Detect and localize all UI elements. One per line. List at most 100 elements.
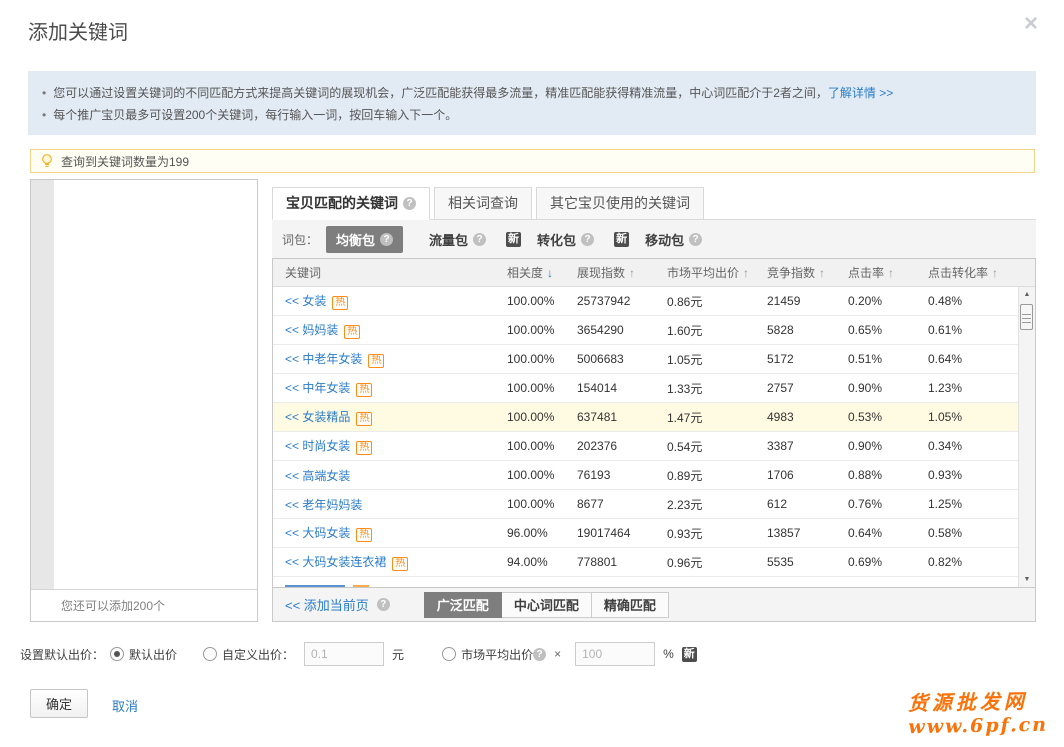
match-button-3[interactable]: 精确匹配 xyxy=(591,592,669,618)
tab-2[interactable]: 相关词查询 xyxy=(434,187,532,220)
keyword-cell: << 高端女装 xyxy=(273,467,507,484)
cancel-link[interactable]: 取消 xyxy=(112,696,138,715)
radio-default-bid[interactable] xyxy=(110,647,124,661)
help-icon[interactable]: ? xyxy=(473,233,486,246)
cell-relevance: 100.00% xyxy=(507,497,577,511)
hot-badge: 热 xyxy=(368,354,384,368)
sort-icon[interactable]: ↑ xyxy=(743,266,749,280)
sort-icon[interactable]: ↑ xyxy=(888,266,894,280)
scrollbar-thumb[interactable] xyxy=(1020,304,1033,330)
scroll-up-icon[interactable]: ▲ xyxy=(1019,287,1035,302)
query-tip-bar: 查询到关键词数量为199 xyxy=(30,149,1035,173)
radio-custom-label: 自定义出价： xyxy=(222,646,294,663)
cell-impressions: 154014 xyxy=(577,381,667,395)
help-icon[interactable]: ? xyxy=(377,598,390,611)
wordpack-button-1[interactable]: 均衡包? xyxy=(326,226,403,253)
keyword-link[interactable]: << 大码女装连衣裙 xyxy=(285,555,386,569)
keyword-link[interactable]: << 中年女装 xyxy=(285,381,350,395)
confirm-button[interactable]: 确定 xyxy=(30,689,88,718)
match-button-1[interactable]: 广泛匹配 xyxy=(424,592,502,618)
tab-1[interactable]: 宝贝匹配的关键词? xyxy=(272,187,430,220)
wordpack-button-2[interactable]: 流量包? xyxy=(419,226,496,253)
cell-avg_price: 1.05元 xyxy=(667,351,767,368)
keyword-link[interactable]: << 女装精品 xyxy=(285,410,350,424)
wordpack-button-3[interactable]: 转化包? xyxy=(527,226,604,253)
sort-icon[interactable]: ↑ xyxy=(629,266,635,280)
column-label: 展现指数 xyxy=(577,264,625,281)
cell-avg_price: 0.89元 xyxy=(667,467,767,484)
keyword-table: 关键词相关度↓展现指数↑市场平均出价↑竞争指数↑点击率↑点击转化率↑ << 女装… xyxy=(272,258,1036,622)
sort-icon[interactable]: ↑ xyxy=(992,266,998,280)
cell-avg_price: 0.86元 xyxy=(667,293,767,310)
learn-more-link[interactable]: 了解详情 >> xyxy=(828,86,893,100)
cell-cvr: 0.82% xyxy=(928,555,1018,569)
radio-market-bid[interactable] xyxy=(442,647,456,661)
table-body: << 女装热100.00%257379420.86元214590.20%0.48… xyxy=(273,287,1035,587)
column-header: 竞争指数↑ xyxy=(767,264,848,281)
cell-ctr: 0.64% xyxy=(848,526,928,540)
cell-cvr: 0.93% xyxy=(928,468,1018,482)
bid-settings-label: 设置默认出价： xyxy=(20,646,104,663)
tab-3[interactable]: 其它宝贝使用的关键词 xyxy=(536,187,704,220)
cell-relevance: 96.00% xyxy=(507,526,577,540)
column-header: 展现指数 ↑ xyxy=(577,264,667,281)
wordpack-button-4[interactable]: 移动包? xyxy=(635,226,712,253)
keyword-suggestion-panel: 宝贝匹配的关键词?相关词查询其它宝贝使用的关键词 词包： 均衡包?流量包?新转化… xyxy=(272,187,1036,622)
help-icon[interactable]: ? xyxy=(380,233,393,246)
help-icon[interactable]: ? xyxy=(533,648,546,661)
watermark-url: www.6pf.cn xyxy=(908,714,1048,738)
keyword-cell: << 中年女装热 xyxy=(273,379,507,397)
help-icon[interactable]: ? xyxy=(689,233,702,246)
keyword-link[interactable]: << 女装 xyxy=(285,294,326,308)
keyword-cell: << 女装热 xyxy=(273,292,507,310)
add-current-page-link[interactable]: << 添加当前页 xyxy=(285,595,369,614)
hot-badge: 热 xyxy=(332,296,348,310)
keyword-link[interactable]: << 中老年女装 xyxy=(285,352,362,366)
watermark: 货源批发网 www.6pf.cn xyxy=(908,685,1049,738)
keyword-cell: << 老年妈妈装 xyxy=(273,496,507,513)
table-header: 关键词相关度↓展现指数↑市场平均出价↑竞争指数↑点击率↑点击转化率↑ xyxy=(273,259,1035,287)
keyword-cell: << 大码女装连衣裙热 xyxy=(273,553,507,571)
cell-avg_price: 1.33元 xyxy=(667,380,767,397)
keyword-link[interactable]: << 老年妈妈装 xyxy=(285,498,362,512)
custom-bid-input[interactable] xyxy=(304,642,384,666)
cell-ctr: 0.76% xyxy=(848,497,928,511)
keyword-cell: << 时尚女装热 xyxy=(273,437,507,455)
wordpack-row: 词包： 均衡包?流量包?新转化包?新移动包? xyxy=(272,220,1036,258)
cell-relevance: 100.00% xyxy=(507,381,577,395)
notice-line-2: •每个推广宝贝最多可设置200个关键词，每行输入一词，按回车输入下一个。 xyxy=(42,104,1036,126)
help-icon[interactable]: ? xyxy=(403,197,416,210)
market-multiplier-input[interactable] xyxy=(575,642,655,666)
bid-settings-row: 设置默认出价： 默认出价 自定义出价： 元 市场平均出价 ? × % 新 xyxy=(20,641,697,667)
wordpack-buttons: 均衡包?流量包?新转化包?新移动包? xyxy=(326,226,728,253)
keyword-link[interactable]: << 妈妈装 xyxy=(285,323,338,337)
bid-option-default[interactable]: 默认出价 xyxy=(110,646,177,663)
sort-icon[interactable]: ↓ xyxy=(547,266,553,280)
query-tip-text: 查询到关键词数量为199 xyxy=(61,153,189,170)
column-label: 市场平均出价 xyxy=(667,264,739,281)
cell-avg_price: 0.93元 xyxy=(667,525,767,542)
cell-ctr: 0.53% xyxy=(848,410,928,424)
table-scrollbar[interactable]: ▲ ▼ xyxy=(1018,287,1035,587)
cell-impressions: 8677 xyxy=(577,497,667,511)
radio-custom-bid[interactable] xyxy=(203,647,217,661)
cell-impressions: 19017464 xyxy=(577,526,667,540)
cell-avg_price: 1.60元 xyxy=(667,322,767,339)
cell-competition: 5172 xyxy=(767,352,848,366)
match-button-2[interactable]: 中心词匹配 xyxy=(501,592,592,618)
keyword-link[interactable]: << 时尚女装 xyxy=(285,439,350,453)
sort-icon[interactable]: ↑ xyxy=(819,266,825,280)
bid-option-market[interactable]: 市场平均出价 ? × % 新 xyxy=(442,642,697,666)
cell-relevance: 94.00% xyxy=(507,555,577,569)
cell-ctr: 0.51% xyxy=(848,352,928,366)
keyword-link[interactable]: << 大码女装 xyxy=(285,526,350,540)
table-row: << 中老年女装热100.00%50066831.05元51720.51%0.6… xyxy=(273,345,1018,374)
keyword-link[interactable]: << 高端女装 xyxy=(285,469,350,483)
keyword-textarea[interactable] xyxy=(54,180,257,590)
bid-option-custom[interactable]: 自定义出价： 元 xyxy=(203,642,412,666)
scroll-down-icon[interactable]: ▼ xyxy=(1019,572,1035,587)
close-icon[interactable]: × xyxy=(1024,12,1038,36)
help-icon[interactable]: ? xyxy=(581,233,594,246)
wordpack-label: 流量包 xyxy=(429,230,468,249)
clipped-text-fragment xyxy=(285,585,345,587)
